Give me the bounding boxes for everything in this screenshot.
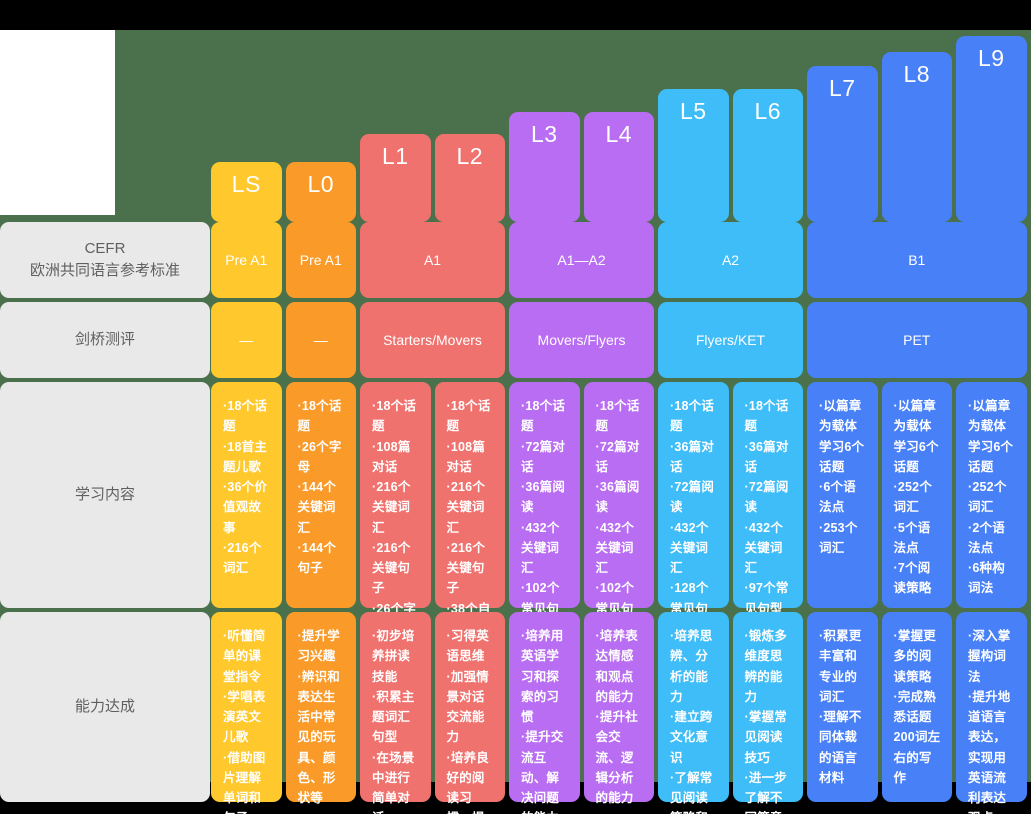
- level-card-l5[interactable]: L5: [658, 89, 729, 222]
- cell-ability-10[interactable]: ·深入掌握构词法 ·提升地道语言表达，实现用英语流利表达观点: [956, 612, 1027, 814]
- row-label-content: 学习内容: [0, 382, 210, 608]
- cell-ability-2[interactable]: ·初步培养拼读技能 ·积累主题词汇句型 ·在场景中进行简单对话: [360, 612, 431, 814]
- cell-content-8[interactable]: ·以篇章为载体学习6个话题 ·6个语法点 ·253个词汇: [807, 382, 878, 608]
- level-card-l4[interactable]: L4: [583, 112, 654, 222]
- level-code: L5: [679, 98, 707, 124]
- cell-ability-0[interactable]: ·听懂简单的课堂指令 ·学唱表演英文儿歌 ·借助图片理解单词和句子: [211, 612, 282, 814]
- cell-text: Flyers/KET: [695, 331, 766, 348]
- row-label-cefr: CEFR 欧洲共同语言参考标准: [0, 222, 210, 298]
- comparison-grid: CEFR 欧洲共同语言参考标准 Pre A1 Pre A1 A1 A1—A2 A2 B1 剑桥…: [0, 222, 1031, 814]
- cell-text: —: [313, 331, 328, 348]
- cell-text: ·培养表达情感和观点的能力 ·提升社会交流、逻辑分析的能力: [595, 629, 638, 805]
- level-card-l3[interactable]: L3: [509, 112, 580, 222]
- cell-content-10[interactable]: ·以篇章为载体学习6个话题 ·252个词汇 ·2个语法点 ·6种构词法: [956, 382, 1027, 608]
- level-code: L9: [977, 45, 1005, 71]
- cell-ability-7[interactable]: ·锻炼多维度思辨的能力 ·掌握常见阅读技巧 ·进一步了解不同篇章体裁: [732, 612, 803, 814]
- cell-text: ·以篇章为载体学习6个话题 ·252个词汇 ·5个语法点 ·7个阅读策略: [893, 399, 939, 596]
- cell-text: A1: [423, 251, 442, 268]
- row-label-cambridge: 剑桥测评: [0, 302, 210, 378]
- cell-text: ·深入掌握构词法 ·提升地道语言表达，实现用英语流利表达观点: [968, 629, 1011, 814]
- cell-cefr-1[interactable]: Pre A1: [285, 222, 356, 298]
- cell-text: A2: [721, 251, 740, 268]
- cell-content-0[interactable]: ·18个话题 ·18首主题儿歌 ·36个价值观故事 ·216个词汇: [211, 382, 282, 608]
- cell-text: ·习得英语思维 ·加强情景对话交流能力 ·培养良好的阅读习惯，提高语感: [446, 629, 489, 814]
- row-label-ability: 能力达成: [0, 612, 210, 802]
- cell-cefr-0[interactable]: Pre A1: [211, 222, 282, 298]
- cell-text: ·掌握更多的阅读策略 ·完成熟悉话题200词左右的写作: [893, 629, 941, 785]
- level-code: L4: [605, 121, 633, 147]
- cell-text: ·18个话题 ·26个字母 ·144个关键词汇 ·144个句子: [297, 399, 342, 575]
- level-card-l7[interactable]: L7: [807, 66, 878, 222]
- cell-cambridge-1[interactable]: —: [285, 302, 356, 378]
- cell-content-2[interactable]: ·18个话题 ·108篇对话 ·216个关键词汇 ·216个关键句子 ·26个字…: [360, 382, 431, 778]
- row-label-text: 能力达成: [74, 698, 135, 716]
- cell-text: —: [239, 331, 254, 348]
- cell-text: ·培养用英语学习和探索的习惯 ·提升交流互动、解决问题的能力: [521, 629, 564, 814]
- level-code: L0: [307, 171, 335, 197]
- cell-text: ·18个话题 ·36篇对话 ·72篇阅读 ·432个关键词汇 ·97个常见句型及…: [744, 399, 789, 636]
- cell-cefr-5[interactable]: B1: [807, 222, 1027, 298]
- level-card-l1[interactable]: L1: [360, 134, 431, 222]
- level-staircase: LS L0 L1 L2 L3 L4 L5 L6 L7 L8 L9: [0, 30, 1031, 222]
- cell-cambridge-5[interactable]: PET: [807, 302, 1027, 378]
- cell-ability-5[interactable]: ·培养表达情感和观点的能力 ·提升社会交流、逻辑分析的能力: [583, 612, 654, 805]
- cell-text: ·以篇章为载体学习6个话题 ·252个词汇 ·2个语法点 ·6种构词法: [968, 399, 1014, 596]
- level-card-l0[interactable]: L0: [285, 162, 356, 222]
- cell-cambridge-3[interactable]: Movers/Flyers: [509, 302, 654, 378]
- level-card-l6[interactable]: L6: [732, 89, 803, 222]
- cell-text: Pre A1: [225, 251, 268, 268]
- cell-text: ·18个话题 ·18首主题儿歌 ·36个价值观故事 ·216个词汇: [223, 399, 268, 575]
- cell-cambridge-4[interactable]: Flyers/KET: [658, 302, 803, 378]
- level-code: LS: [231, 171, 261, 197]
- level-code: L8: [903, 61, 931, 87]
- cell-content-7[interactable]: ·18个话题 ·36篇对话 ·72篇阅读 ·432个关键词汇 ·97个常见句型及…: [732, 382, 803, 636]
- row-label-text: 剑桥测评: [74, 331, 135, 349]
- cell-text: ·锻炼多维度思辨的能力 ·掌握常见阅读技巧 ·进一步了解不同篇章体裁: [744, 629, 787, 814]
- cell-text: ·培养思辨、分析的能力 ·建立跨文化意识 ·了解常见阅读策略和文体: [670, 629, 713, 814]
- level-code: L6: [754, 98, 782, 124]
- cell-content-6[interactable]: ·18个话题 ·36篇对话 ·72篇阅读 ·432个关键词汇 ·128个常见句型…: [658, 382, 729, 656]
- level-card-ls[interactable]: LS: [211, 162, 282, 222]
- cell-ability-8[interactable]: ·积累更丰富和专业的词汇 ·理解不同体裁的语言材料: [807, 612, 878, 802]
- level-code: L7: [828, 75, 856, 101]
- level-code: L2: [456, 143, 484, 169]
- cell-text: ·听懂简单的课堂指令 ·学唱表演英文儿歌 ·借助图片理解单词和句子: [223, 629, 266, 814]
- level-card-l2[interactable]: L2: [434, 134, 505, 222]
- level-roadmap-chart: LS L0 L1 L2 L3 L4 L5 L6 L7 L8 L9 CEFR 欧洲共同语言参考标准 Pr…: [0, 0, 1031, 814]
- cell-cambridge-2[interactable]: Starters/Movers: [360, 302, 505, 378]
- cell-content-5[interactable]: ·18个话题 ·72篇对话 ·36篇阅读 ·432个关键词汇 ·102个常见句型…: [583, 382, 654, 656]
- cell-text: ·积累更丰富和专业的词汇 ·理解不同体裁的语言材料: [819, 629, 862, 785]
- level-code: L3: [530, 121, 558, 147]
- cell-cefr-3[interactable]: A1—A2: [509, 222, 654, 298]
- cell-ability-6[interactable]: ·培养思辨、分析的能力 ·建立跨文化意识 ·了解常见阅读策略和文体: [658, 612, 729, 814]
- cell-text: PET: [903, 331, 931, 348]
- cell-cefr-4[interactable]: A2: [658, 222, 803, 298]
- cell-content-4[interactable]: ·18个话题 ·72篇对话 ·36篇阅读 ·432个关键词汇 ·102个常见句型…: [509, 382, 580, 656]
- cell-text: ·以篇章为载体学习6个话题 ·6个语法点 ·253个词汇: [819, 399, 865, 555]
- cell-text: ·初步培养拼读技能 ·积累主题词汇句型 ·在场景中进行简单对话: [372, 629, 415, 814]
- cell-ability-9[interactable]: ·掌握更多的阅读策略 ·完成熟悉话题200词左右的写作: [881, 612, 952, 802]
- cell-ability-1[interactable]: ·提升学习兴趣 ·辨识和表达生活中常见的玩具、颜色、形状等: [285, 612, 356, 805]
- cell-text: ·提升学习兴趣 ·辨识和表达生活中常见的玩具、颜色、形状等: [297, 629, 340, 805]
- cell-cefr-2[interactable]: A1: [360, 222, 505, 298]
- cell-cambridge-0[interactable]: —: [211, 302, 282, 378]
- level-card-l9[interactable]: L9: [956, 36, 1027, 222]
- cell-text: Pre A1: [299, 251, 342, 268]
- cell-text: Movers/Flyers: [537, 331, 626, 348]
- cell-ability-4[interactable]: ·培养用英语学习和探索的习惯 ·提升交流互动、解决问题的能力: [509, 612, 580, 814]
- cell-ability-3[interactable]: ·习得英语思维 ·加强情景对话交流能力 ·培养良好的阅读习惯，提高语感: [434, 612, 505, 814]
- cell-text: B1: [908, 251, 926, 268]
- level-code: L1: [381, 143, 409, 169]
- cell-content-3[interactable]: ·18个话题 ·108篇对话 ·216个关键词汇 ·216个关键句子 ·38个自…: [434, 382, 505, 717]
- cell-content-1[interactable]: ·18个话题 ·26个字母 ·144个关键词汇 ·144个句子: [285, 382, 356, 608]
- cell-text: Starters/Movers: [383, 331, 482, 348]
- row-label-text: CEFR 欧洲共同语言参考标准: [29, 240, 180, 279]
- cell-content-9[interactable]: ·以篇章为载体学习6个话题 ·252个词汇 ·5个语法点 ·7个阅读策略: [881, 382, 952, 608]
- row-label-text: 学习内容: [74, 486, 135, 504]
- level-card-l8[interactable]: L8: [881, 52, 952, 222]
- cell-text: A1—A2: [557, 251, 606, 268]
